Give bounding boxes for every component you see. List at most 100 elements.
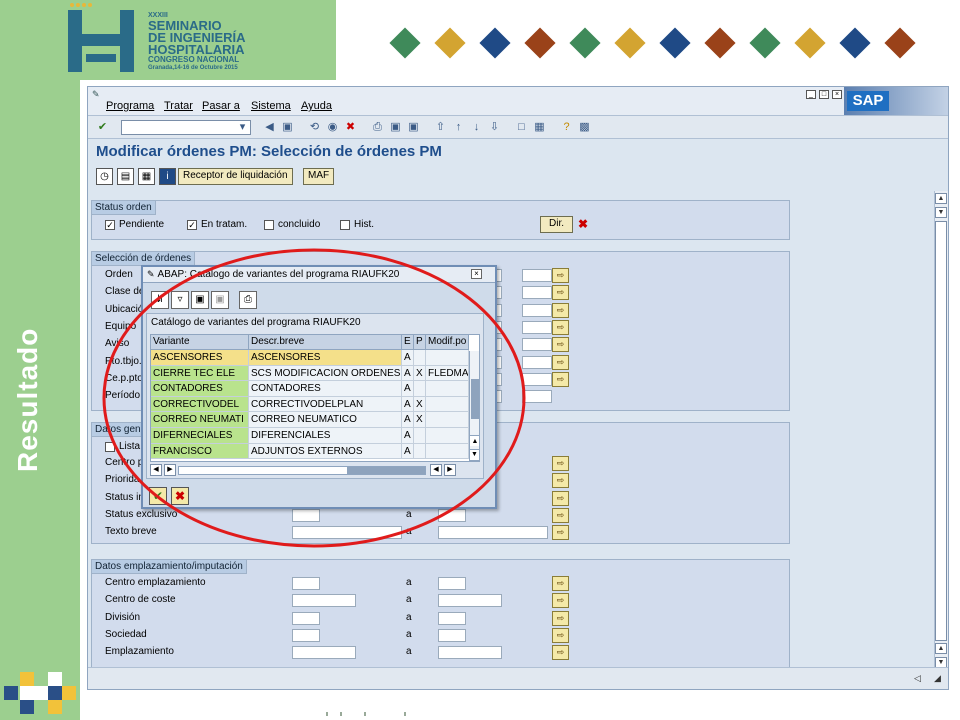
range-separator: a <box>406 594 412 606</box>
menu-sistema[interactable]: Sistema <box>251 100 291 112</box>
emplazamiento-field-to[interactable] <box>438 577 466 590</box>
multiple-selection-arrow-icon[interactable]: ⇨ <box>552 268 569 283</box>
dir-button[interactable]: Dir. <box>540 216 573 233</box>
emplazamiento-field-to[interactable] <box>438 611 466 625</box>
cancel-icon[interactable]: ✖ <box>344 121 357 134</box>
command-field[interactable] <box>121 120 251 135</box>
range-separator: a <box>406 577 412 588</box>
range-separator: a <box>406 628 412 640</box>
emplazamiento-field-to[interactable] <box>438 646 502 660</box>
window-menu-icon[interactable]: ✎ <box>92 89 103 99</box>
multiple-selection-arrow-icon[interactable]: ⇨ <box>552 456 569 471</box>
highlight-ellipse <box>102 248 526 548</box>
concluido-label: concluido <box>278 219 321 230</box>
command-history-icon[interactable]: ▾ <box>236 121 249 134</box>
emplazamiento-field-from[interactable] <box>292 594 356 608</box>
minimize-icon[interactable]: _ <box>806 90 816 99</box>
scroll-up-icon[interactable]: ▲ <box>935 193 947 204</box>
scroll-thumb[interactable] <box>935 221 947 641</box>
multiple-selection-arrow-icon[interactable]: ⇨ <box>552 319 569 335</box>
scroll-page-up-icon[interactable]: ▲ <box>935 643 947 654</box>
multiple-selection-arrow-icon[interactable]: ⇨ <box>552 627 569 643</box>
en-tratam-label: En tratam. <box>201 219 248 230</box>
print-icon[interactable]: ⎙ <box>371 121 384 134</box>
emplazamiento-field-label: División <box>105 611 141 623</box>
multiple-selection-arrow-icon[interactable]: ⇨ <box>552 576 569 591</box>
maf-button[interactable]: MAF <box>303 168 335 185</box>
emplazamiento-field-to[interactable] <box>438 594 502 608</box>
exit-icon[interactable]: ◉ <box>326 121 339 134</box>
congress-logo-text: XXXIII SEMINARIO DE INGENIERÍA HOSPITALA… <box>148 12 246 72</box>
pendiente-label: Pendiente <box>119 219 165 230</box>
multiple-selection-arrow-icon[interactable]: ⇨ <box>552 285 569 301</box>
next-page-icon[interactable]: ↓ <box>470 121 483 134</box>
scroll-page-down-icon[interactable]: ▼ <box>935 207 947 218</box>
back-arrow-icon[interactable]: ◀ <box>263 121 276 134</box>
help-icon[interactable]: ? <box>560 121 573 134</box>
menu-bar: ✎ Programa Tratar Pasar a Sistema Ayuda … <box>88 87 948 127</box>
receptor-liquidacion-button[interactable]: Receptor de liquidación <box>178 168 293 185</box>
vertical-scrollbar[interactable]: ▲ ▼ ▲ ▼ <box>934 191 948 668</box>
find-next-icon[interactable]: ▣ <box>407 121 420 134</box>
diamond-row <box>389 27 916 59</box>
multiple-selection-arrow-icon[interactable]: ⇨ <box>552 337 569 353</box>
find-icon[interactable]: ▣ <box>389 121 402 134</box>
emplazamiento-field-from[interactable] <box>292 577 320 590</box>
menu-ayuda[interactable]: Ayuda <box>301 100 332 112</box>
multiple-selection-arrow-icon[interactable]: ⇨ <box>552 610 569 626</box>
emplazamiento-field-from[interactable] <box>292 611 320 625</box>
decorative-diamond <box>434 27 466 59</box>
hist-label: Hist. <box>354 219 374 230</box>
layout-icon[interactable]: ▩ <box>578 121 591 134</box>
first-page-icon[interactable]: ⇧ <box>434 121 447 134</box>
new-session-icon[interactable]: □ <box>515 121 528 134</box>
multiple-selection-arrow-icon[interactable]: ⇨ <box>552 525 569 541</box>
multiple-selection-arrow-icon[interactable]: ⇨ <box>552 645 569 661</box>
info-icon[interactable]: i <box>159 168 176 185</box>
emplazamiento-field-label: Emplazamiento <box>105 646 174 658</box>
emplazamiento-group: Datos emplazamiento/imputación Centro em… <box>91 559 790 669</box>
en-tratam-checkbox[interactable]: ✓ <box>187 220 197 230</box>
save-icon[interactable]: ▣ <box>281 121 294 134</box>
standard-toolbar: ✔ ▾ ◀ ▣ ⟲ ◉ ✖ ⎙ ▣ ▣ ⇧ ↑ ↓ ⇩ □ ▦ ? ▩ <box>88 115 948 139</box>
hist-checkbox[interactable] <box>340 220 350 230</box>
shortcut-icon[interactable]: ▦ <box>533 121 546 134</box>
multiple-selection-arrow-icon[interactable]: ⇨ <box>552 473 569 489</box>
multiple-selection-arrow-icon[interactable]: ⇨ <box>552 354 569 370</box>
maximize-icon[interactable]: □ <box>819 90 829 99</box>
execute-icon[interactable]: ◷ <box>96 168 113 185</box>
get-variant-icon[interactable]: ▤ <box>117 168 134 185</box>
emplazamiento-field-label: Sociedad <box>105 628 147 640</box>
hospital-logo-icon <box>68 3 134 72</box>
emplazamiento-title: Datos emplazamiento/imputación <box>91 559 247 574</box>
enter-icon[interactable]: ✔ <box>96 121 109 134</box>
status-bar: ◁ ◢ <box>88 667 948 689</box>
emplazamiento-field-to[interactable] <box>438 628 466 642</box>
multiple-selection-arrow-icon[interactable]: ⇨ <box>552 371 569 387</box>
sap-logo-text: SAP <box>847 91 889 111</box>
decorative-diamond <box>614 27 646 59</box>
delete-icon[interactable]: ✖ <box>578 217 588 231</box>
status-bar-toggle-icon[interactable]: ◁ <box>914 673 921 684</box>
close-icon[interactable]: × <box>832 90 842 99</box>
dynamic-selection-icon[interactable]: ▦ <box>138 168 155 185</box>
last-page-icon[interactable]: ⇩ <box>488 121 501 134</box>
decorative-diamond <box>524 27 556 59</box>
emplazamiento-field-from[interactable] <box>292 628 320 642</box>
range-separator: a <box>406 611 412 623</box>
decorative-diamond <box>389 27 421 59</box>
menu-tratar[interactable]: Tratar <box>164 100 193 112</box>
pendiente-checkbox[interactable]: ✓ <box>105 220 115 230</box>
back-icon[interactable]: ⟲ <box>308 121 321 134</box>
multiple-selection-arrow-icon[interactable]: ⇨ <box>552 490 569 506</box>
bottom-dots <box>326 712 416 718</box>
previous-page-icon[interactable]: ↑ <box>452 121 465 134</box>
multiple-selection-arrow-icon[interactable]: ⇨ <box>552 507 569 523</box>
menu-programa[interactable]: Programa <box>106 100 154 112</box>
multiple-selection-arrow-icon[interactable]: ⇨ <box>552 593 569 609</box>
menu-pasar-a[interactable]: Pasar a <box>202 100 240 112</box>
resize-grip-icon[interactable]: ◢ <box>934 673 941 684</box>
emplazamiento-field-from[interactable] <box>292 646 356 660</box>
concluido-checkbox[interactable] <box>264 220 274 230</box>
multiple-selection-arrow-icon[interactable]: ⇨ <box>552 302 569 318</box>
